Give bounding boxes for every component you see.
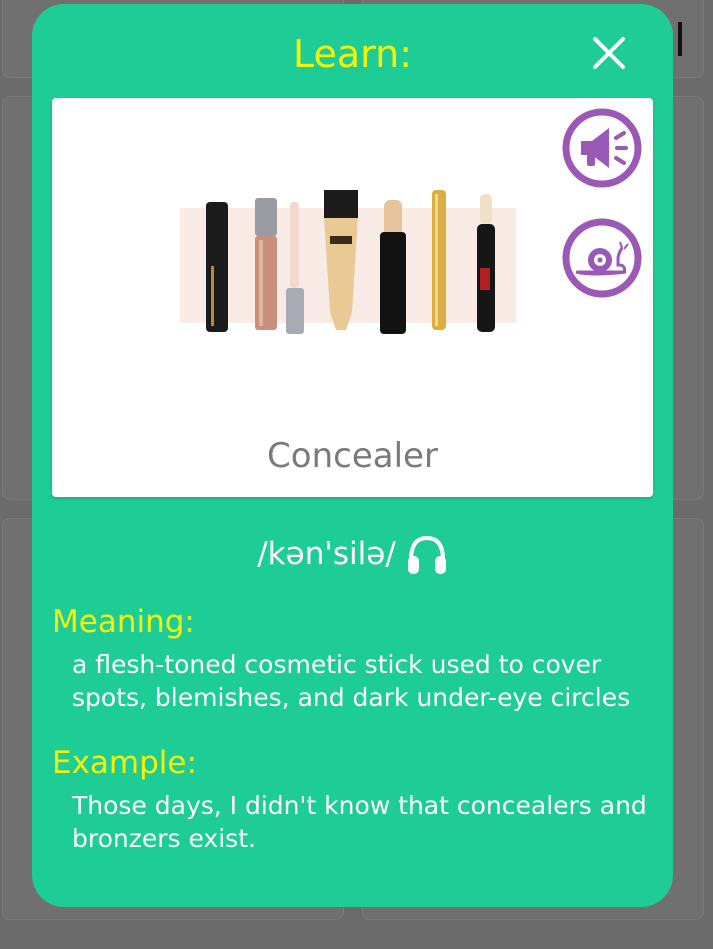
example-text: Those days, I didn't know that concealer… <box>72 791 647 853</box>
dialog-title: Learn: <box>292 32 412 76</box>
close-icon <box>593 37 625 69</box>
word-label: Concealer <box>267 436 438 476</box>
pronunciation-audio-button[interactable] <box>406 532 448 576</box>
learn-dialog: Learn: Concealer /kən'silə/ Meaning: a f… <box>32 4 673 907</box>
background-text-fragment <box>678 22 682 56</box>
close-button[interactable] <box>588 32 630 74</box>
meaning-label: Meaning: <box>52 604 195 640</box>
meaning-text: a flesh-toned cosmetic stick used to cov… <box>72 650 631 712</box>
concealer-products-image <box>180 190 516 334</box>
slow-speak-button[interactable] <box>562 218 642 298</box>
megaphone-icon <box>562 108 642 188</box>
pronunciation-text: /kən'silə/ <box>257 536 396 572</box>
word-card: Concealer <box>52 98 653 497</box>
headphones-icon <box>407 535 446 574</box>
pronunciation-row: /kən'silə/ <box>32 530 673 578</box>
example-label: Example: <box>52 745 197 781</box>
speak-button[interactable] <box>562 108 642 188</box>
snail-icon <box>562 218 642 298</box>
